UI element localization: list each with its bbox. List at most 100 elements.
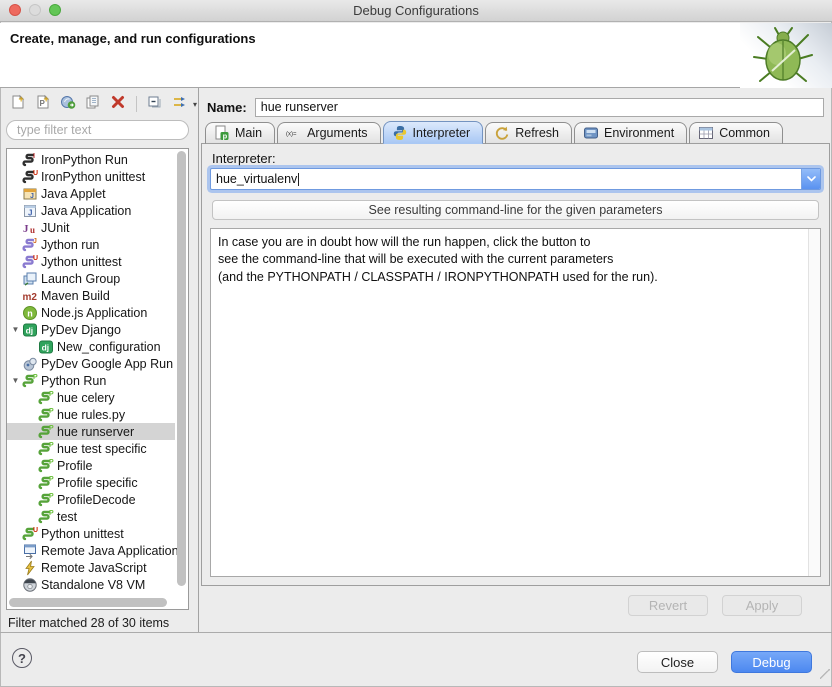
svg-text:J: J	[30, 193, 34, 200]
export-configurations-button[interactable]	[58, 94, 78, 114]
tab-label: Environment	[604, 126, 674, 140]
help-button[interactable]: ?	[12, 648, 32, 668]
new-config-icon: +	[10, 94, 26, 115]
apply-button[interactable]: Apply	[722, 595, 802, 616]
python-run-icon: P	[38, 458, 55, 474]
tree-item[interactable]: PProfileDecode	[7, 491, 175, 508]
tree-item[interactable]: IIronPython Run	[7, 151, 175, 168]
tree-item[interactable]: Ptest	[7, 508, 175, 525]
tree-item[interactable]: PyDev Google App Run	[7, 355, 175, 372]
collapse-all-button[interactable]	[145, 94, 165, 114]
close-button[interactable]: Close	[637, 651, 718, 673]
interpreter-combobox[interactable]: hue_virtualenv	[210, 168, 821, 190]
tree-item-label: test	[55, 510, 77, 524]
tree-item[interactable]: m2Maven Build	[7, 287, 175, 304]
info-scrollbar[interactable]	[808, 229, 820, 576]
tab-common[interactable]: Common	[689, 122, 783, 144]
expanded-triangle-icon[interactable]: ▼	[7, 376, 22, 385]
tree-item[interactable]: JuJUnit	[7, 219, 175, 236]
tree-item[interactable]: Phue test specific	[7, 440, 175, 457]
tree-item[interactable]: JJython run	[7, 236, 175, 253]
tree-horizontal-scrollbar[interactable]	[9, 598, 172, 607]
tree-item[interactable]: ▼PPython Run	[7, 372, 175, 389]
new-prototype-button[interactable]: P+	[33, 94, 53, 114]
revert-button[interactable]: Revert	[628, 595, 708, 616]
tree-item[interactable]: ▼djPyDev Django	[7, 321, 175, 338]
tree-item[interactable]: nNode.js Application	[7, 304, 175, 321]
see-command-line-button[interactable]: See resulting command-line for the given…	[212, 200, 819, 220]
tree-item[interactable]: Phue rules.py	[7, 406, 175, 423]
tree-item[interactable]: JJava Applet	[7, 185, 175, 202]
title-bar[interactable]: Debug Configurations	[0, 0, 832, 22]
name-input[interactable]	[255, 98, 824, 117]
delete-configuration-button[interactable]	[108, 94, 128, 114]
tab-interpreter[interactable]: Interpreter	[383, 121, 484, 144]
python-run-icon: P	[38, 475, 55, 491]
export-icon	[60, 94, 76, 115]
tab-main[interactable]: pMain	[205, 122, 275, 144]
tree-item-label: Remote Java Application	[39, 544, 179, 558]
svg-text:J: J	[23, 223, 29, 235]
tree-item[interactable]: JJava Application	[7, 202, 175, 219]
tree-item[interactable]: PProfile specific	[7, 474, 175, 491]
svg-text:P: P	[49, 442, 54, 449]
interpreter-value: hue_virtualenv	[211, 172, 297, 186]
duplicate-icon	[85, 94, 101, 115]
tree-item-label: New_configuration	[55, 340, 161, 354]
filter-input[interactable]	[6, 120, 189, 140]
toolbar-separator	[136, 96, 137, 112]
jython-icon: J	[22, 237, 39, 253]
debug-bug-icon	[748, 25, 818, 92]
tree-item[interactable]: Launch Group	[7, 270, 175, 287]
combobox-dropdown-icon[interactable]	[801, 169, 820, 189]
debug-configurations-dialog: Debug Configurations Create, manage, and…	[0, 0, 832, 687]
tab-arguments-icon: (x)=	[286, 125, 302, 141]
new-configuration-button[interactable]: +	[8, 94, 28, 114]
tree-item[interactable]: UPython unittest	[7, 525, 175, 542]
dialog-header: Create, manage, and run configurations	[0, 23, 832, 88]
tree-item[interactable]: UIronPython unittest	[7, 168, 175, 185]
tab-environment[interactable]: Environment	[574, 122, 687, 144]
tree-item-label: Node.js Application	[39, 306, 147, 320]
tree-vertical-scrollbar[interactable]	[176, 151, 187, 595]
tab-label: Arguments	[307, 126, 367, 140]
close-window-icon[interactable]	[9, 4, 21, 16]
svg-text:J: J	[28, 208, 32, 217]
dropdown-arrow-icon[interactable]: ▾	[193, 100, 197, 109]
java-application-icon: J	[22, 203, 39, 219]
tab-arguments[interactable]: (x)= Arguments	[277, 122, 380, 144]
svg-text:U: U	[33, 170, 38, 177]
tree-item[interactable]: Remote JavaScript	[7, 559, 175, 576]
tree-item-label: Jython run	[39, 238, 99, 252]
debug-button[interactable]: Debug	[731, 651, 812, 673]
svg-text:P: P	[49, 425, 54, 432]
tab-python-icon	[392, 125, 408, 141]
tab-refresh[interactable]: Refresh	[485, 122, 572, 144]
interpreter-tab-pane: Interpreter: hue_virtualenv See resultin…	[201, 143, 830, 586]
config-tree[interactable]: IIronPython RunUIronPython unittestJJava…	[6, 148, 189, 610]
maven-icon: m2	[22, 288, 39, 304]
tree-item-label: PyDev Google App Run	[39, 357, 173, 371]
tab-environment-icon	[583, 125, 599, 141]
tree-item[interactable]: Remote Java Application	[7, 542, 175, 559]
zoom-window-icon[interactable]	[49, 4, 61, 16]
filter-configurations-button[interactable]	[170, 94, 190, 114]
tree-item[interactable]: Phue runserver	[7, 423, 175, 440]
tree-item[interactable]: PProfile	[7, 457, 175, 474]
expanded-triangle-icon[interactable]: ▼	[7, 325, 22, 334]
minimize-window-icon	[29, 4, 41, 16]
duplicate-configuration-button[interactable]	[83, 94, 103, 114]
tree-item[interactable]: djNew_configuration	[7, 338, 175, 355]
resize-grip-icon[interactable]	[820, 669, 830, 679]
tree-item[interactable]: Standalone V8 VM	[7, 576, 175, 593]
tree-item[interactable]: UJython unittest	[7, 253, 175, 270]
tree-item[interactable]: Phue celery	[7, 389, 175, 406]
tab-common-icon	[698, 125, 714, 141]
svg-text:P: P	[49, 510, 54, 517]
sidebar-toolbar: +P+▾	[8, 93, 197, 115]
svg-text:+: +	[44, 94, 49, 104]
tab-label: Interpreter	[413, 126, 471, 140]
python-run-icon: P	[38, 424, 55, 440]
svg-text:m2: m2	[23, 292, 38, 303]
launch-group-icon	[22, 271, 39, 287]
